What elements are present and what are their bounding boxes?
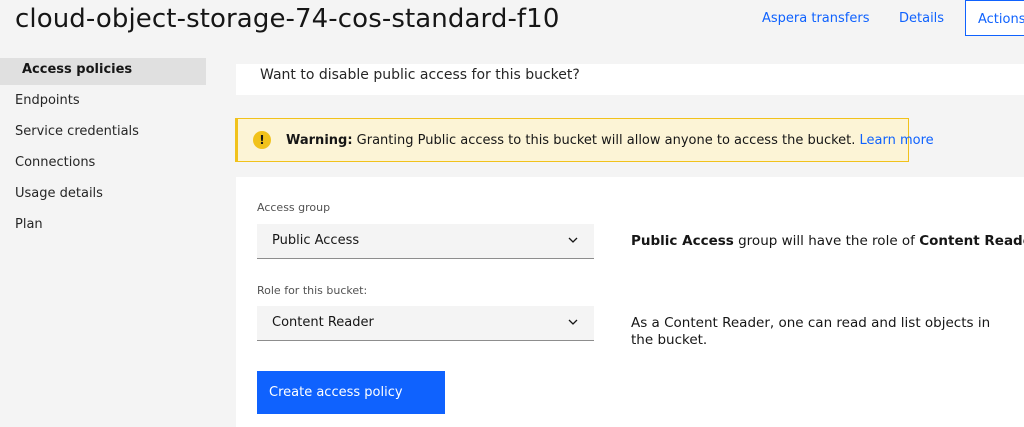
chevron-down-icon [568, 237, 578, 243]
page-title: cloud-object-storage-74-cos-standard-f10 [15, 4, 560, 34]
disable-public-access-question[interactable]: Want to disable public access for this b… [260, 67, 580, 83]
sidebar-item-plan[interactable]: Plan [15, 217, 43, 232]
details-link[interactable]: Details [899, 11, 944, 26]
access-group-description: Public Access group will have the role o… [631, 233, 1024, 250]
sidebar-item-access-policies[interactable]: Access policies [22, 62, 132, 77]
aspera-transfers-link[interactable]: Aspera transfers [762, 11, 869, 26]
access-group-desc-role: Content Reader [919, 233, 1024, 249]
warning-message: Granting Public access to this bucket wi… [356, 133, 856, 148]
sidebar-item-usage-details[interactable]: Usage details [15, 186, 103, 201]
role-description: As a Content Reader, one can read and li… [631, 315, 991, 348]
warning-text: Warning: Granting Public access to this … [286, 133, 934, 148]
sidebar-item-connections[interactable]: Connections [15, 155, 95, 170]
chevron-down-icon [568, 319, 578, 325]
warning-icon: ! [253, 131, 271, 149]
actions-button[interactable]: Actions... [965, 0, 1024, 36]
create-access-policy-button[interactable]: Create access policy [257, 371, 445, 414]
sidebar-item-endpoints[interactable]: Endpoints [15, 93, 80, 108]
access-group-select[interactable]: Public Access [257, 224, 594, 259]
access-group-value: Public Access [272, 233, 360, 248]
role-select[interactable]: Content Reader [257, 306, 594, 341]
sidebar-item-service-credentials[interactable]: Service credentials [15, 124, 139, 139]
access-group-label: Access group [257, 201, 331, 214]
access-group-desc-mid: group will have the role of [738, 233, 915, 249]
role-value: Content Reader [272, 315, 374, 330]
role-label: Role for this bucket: [257, 284, 368, 297]
learn-more-link[interactable]: Learn more [860, 133, 934, 148]
access-group-desc-group: Public Access [631, 233, 734, 249]
warning-prefix: Warning: [286, 133, 353, 148]
